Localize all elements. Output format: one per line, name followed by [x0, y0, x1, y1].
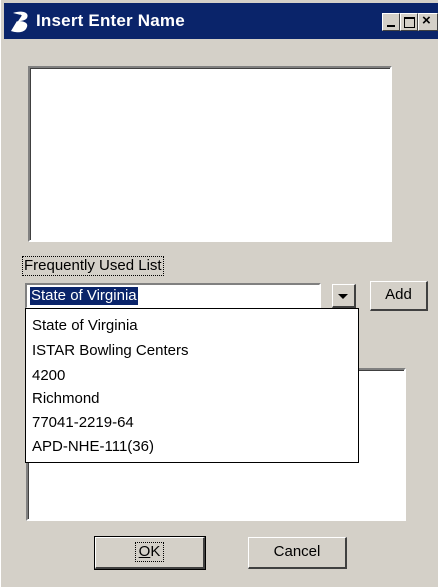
ok-button-label: OK — [134, 542, 165, 562]
list-item[interactable]: 4200 — [32, 366, 65, 386]
ok-label-rest: K — [150, 543, 161, 560]
add-button[interactable]: Add — [370, 281, 428, 311]
maximize-icon[interactable] — [400, 13, 418, 31]
list-item[interactable]: 77041-2219-64 — [32, 413, 134, 433]
chevron-down-icon — [338, 294, 348, 299]
cancel-button[interactable]: Cancel — [248, 537, 347, 569]
title-bar[interactable]: Insert Enter Name × — [4, 3, 438, 39]
minimize-icon[interactable] — [382, 13, 400, 31]
bentley-b-icon — [11, 11, 28, 33]
list-item[interactable]: APD-NHE-111(36) — [32, 437, 154, 457]
window-title: Insert Enter Name — [36, 11, 185, 30]
frequently-used-dropdown-list: State of Virginia ISTAR Bowling Centers … — [25, 308, 359, 463]
combo-dropdown-button[interactable] — [332, 284, 356, 308]
list-item[interactable]: ISTAR Bowling Centers — [32, 341, 188, 361]
name-text-area[interactable] — [28, 66, 392, 242]
list-item[interactable]: Richmond — [32, 389, 100, 409]
ok-button[interactable]: OK — [94, 536, 206, 570]
list-item[interactable]: State of Virginia — [32, 316, 138, 336]
frequently-used-list-label: Frequently Used List — [22, 256, 164, 276]
frequently-used-combo-input[interactable]: State of Virginia — [25, 283, 321, 309]
close-icon[interactable]: × — [418, 12, 438, 31]
insert-enter-name-dialog: Insert Enter Name × Frequently Used List… — [1, 0, 438, 587]
ok-mnemonic: O — [138, 543, 151, 560]
combo-selected-value: State of Virginia — [30, 287, 138, 305]
